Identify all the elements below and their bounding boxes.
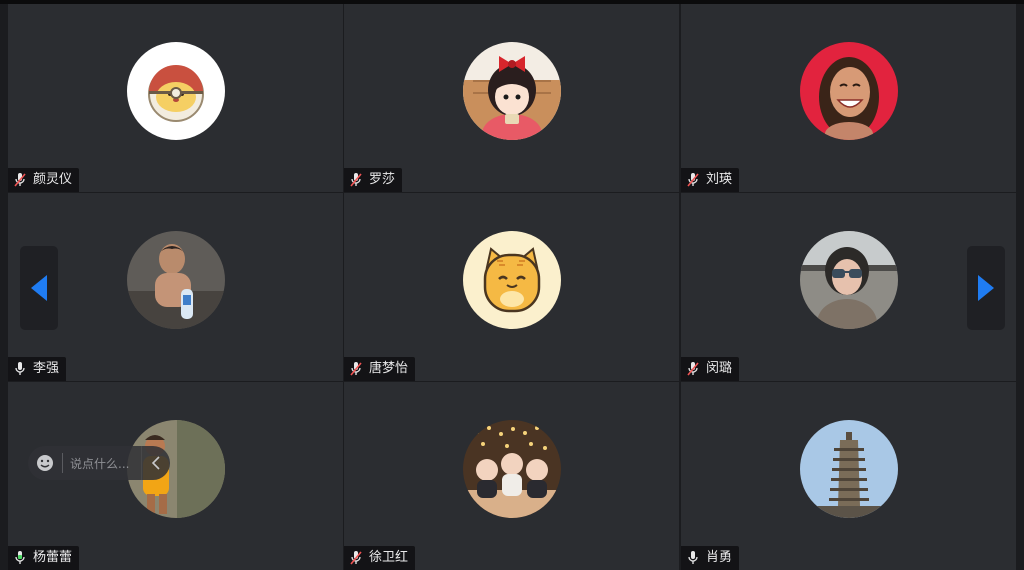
participant-tile[interactable]: 颜灵仪	[8, 4, 343, 192]
video-meeting-window: 颜灵仪 罗莎 刘瑛 李强 唐梦怡 闵璐 杨蕾蕾 徐卫红 肖勇 说点什么...	[0, 0, 1024, 570]
mic-muted-icon[interactable]	[686, 172, 700, 188]
chat-divider	[62, 453, 63, 473]
participant-name-tag: 唐梦怡	[344, 357, 416, 381]
mic-muted-icon[interactable]	[349, 361, 363, 377]
anime-girl-red-bow-avatar	[463, 42, 561, 140]
chat-input-bar[interactable]: 说点什么...	[28, 446, 170, 480]
participant-name-tag: 肖勇	[681, 546, 740, 570]
participant-name-tag: 李强	[8, 357, 67, 381]
chevron-left-icon	[31, 275, 47, 301]
participant-tile[interactable]: 刘瑛	[681, 4, 1016, 192]
mic-muted-icon[interactable]	[349, 172, 363, 188]
mic-muted-icon[interactable]	[349, 550, 363, 566]
participant-avatar	[463, 420, 561, 518]
participant-name: 罗莎	[369, 172, 396, 187]
participant-name: 李强	[33, 361, 60, 376]
participant-avatar	[127, 42, 225, 140]
participant-avatar	[463, 42, 561, 140]
participant-tile[interactable]: 唐梦怡	[344, 193, 679, 381]
participant-name: 杨蕾蕾	[33, 550, 73, 565]
participant-tile[interactable]: 肖勇	[681, 382, 1016, 570]
orange-cat-cartoon-avatar	[463, 231, 561, 329]
child-photo-avatar	[127, 231, 225, 329]
participant-name: 刘瑛	[706, 172, 733, 187]
mic-icon[interactable]	[686, 550, 700, 566]
participant-tile[interactable]: 罗莎	[344, 4, 679, 192]
chevron-right-icon	[978, 275, 994, 301]
participant-tile[interactable]: 李强	[8, 193, 343, 381]
collapse-chat-button[interactable]	[141, 446, 170, 480]
mic-speaking-icon[interactable]	[13, 550, 27, 566]
participant-name-tag: 杨蕾蕾	[8, 546, 80, 570]
participant-name-tag: 颜灵仪	[8, 168, 80, 192]
chat-input-placeholder[interactable]: 说点什么...	[70, 455, 129, 472]
chevron-left-icon	[151, 456, 160, 470]
participant-name-tag: 刘瑛	[681, 168, 740, 192]
participant-name-tag: 罗莎	[344, 168, 403, 192]
woman-sunglasses-car-avatar	[800, 231, 898, 329]
participant-name: 颜灵仪	[33, 172, 73, 187]
participant-avatar	[800, 420, 898, 518]
participant-avatar	[800, 231, 898, 329]
pokeball-pikachu-avatar	[127, 42, 225, 140]
smiling-woman-illustration-avatar	[800, 42, 898, 140]
participant-avatar	[800, 42, 898, 140]
pagoda-photo-avatar	[800, 420, 898, 518]
participant-name: 闵璐	[706, 361, 733, 376]
participant-tile[interactable]: 闵璐	[681, 193, 1016, 381]
participant-name: 徐卫红	[369, 550, 409, 565]
next-page-button[interactable]	[967, 246, 1005, 330]
mic-muted-icon[interactable]	[13, 172, 27, 188]
mic-icon[interactable]	[13, 361, 27, 377]
previous-page-button[interactable]	[20, 246, 58, 330]
participant-avatar	[127, 231, 225, 329]
emoji-icon[interactable]	[35, 453, 55, 473]
participant-name: 肖勇	[706, 550, 733, 565]
participant-name-tag: 闵璐	[681, 357, 740, 381]
participant-name-tag: 徐卫红	[344, 546, 416, 570]
participant-tile[interactable]: 徐卫红	[344, 382, 679, 570]
mic-muted-icon[interactable]	[686, 361, 700, 377]
three-babies-photo-avatar	[463, 420, 561, 518]
participant-name: 唐梦怡	[369, 361, 409, 376]
participant-avatar	[463, 231, 561, 329]
